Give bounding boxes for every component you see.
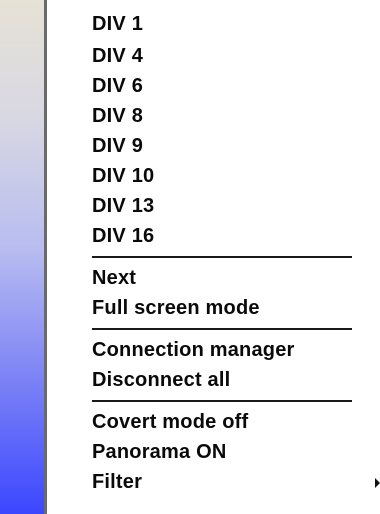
menu-item-div-1[interactable]: DIV 1 bbox=[92, 8, 380, 41]
menu-item-div-8[interactable]: DIV 8 bbox=[92, 101, 380, 131]
menu-item-div-9[interactable]: DIV 9 bbox=[92, 131, 380, 161]
menu-item-div-10[interactable]: DIV 10 bbox=[92, 161, 380, 191]
context-menu: DIV 1 DIV 4 DIV 6 DIV 8 DIV 9 DIV 10 DIV… bbox=[0, 0, 380, 514]
menu-item-next[interactable]: Next bbox=[92, 263, 380, 293]
menu-item-div-13[interactable]: DIV 13 bbox=[92, 191, 380, 221]
menu-item-connection-manager[interactable]: Connection manager bbox=[92, 335, 380, 365]
menu-item-filter-label: Filter bbox=[92, 471, 143, 493]
menu-item-covert-mode-off[interactable]: Covert mode off bbox=[92, 407, 380, 437]
chevron-right-icon bbox=[375, 478, 380, 488]
menu-item-filter[interactable]: Filter bbox=[92, 467, 380, 497]
menu-sidebar-divider bbox=[44, 0, 47, 514]
menu-separator bbox=[92, 323, 380, 335]
menu-items: DIV 1 DIV 4 DIV 6 DIV 8 DIV 9 DIV 10 DIV… bbox=[92, 8, 380, 497]
menu-separator bbox=[92, 251, 380, 263]
menu-item-div-6[interactable]: DIV 6 bbox=[92, 71, 380, 101]
menu-sidebar-gradient bbox=[0, 0, 44, 514]
menu-item-disconnect-all[interactable]: Disconnect all bbox=[92, 365, 380, 395]
menu-item-div-16[interactable]: DIV 16 bbox=[92, 221, 380, 251]
menu-item-div-4[interactable]: DIV 4 bbox=[92, 41, 380, 71]
menu-item-panorama-on[interactable]: Panorama ON bbox=[92, 437, 380, 467]
menu-separator bbox=[92, 395, 380, 407]
menu-item-full-screen-mode[interactable]: Full screen mode bbox=[92, 293, 380, 323]
